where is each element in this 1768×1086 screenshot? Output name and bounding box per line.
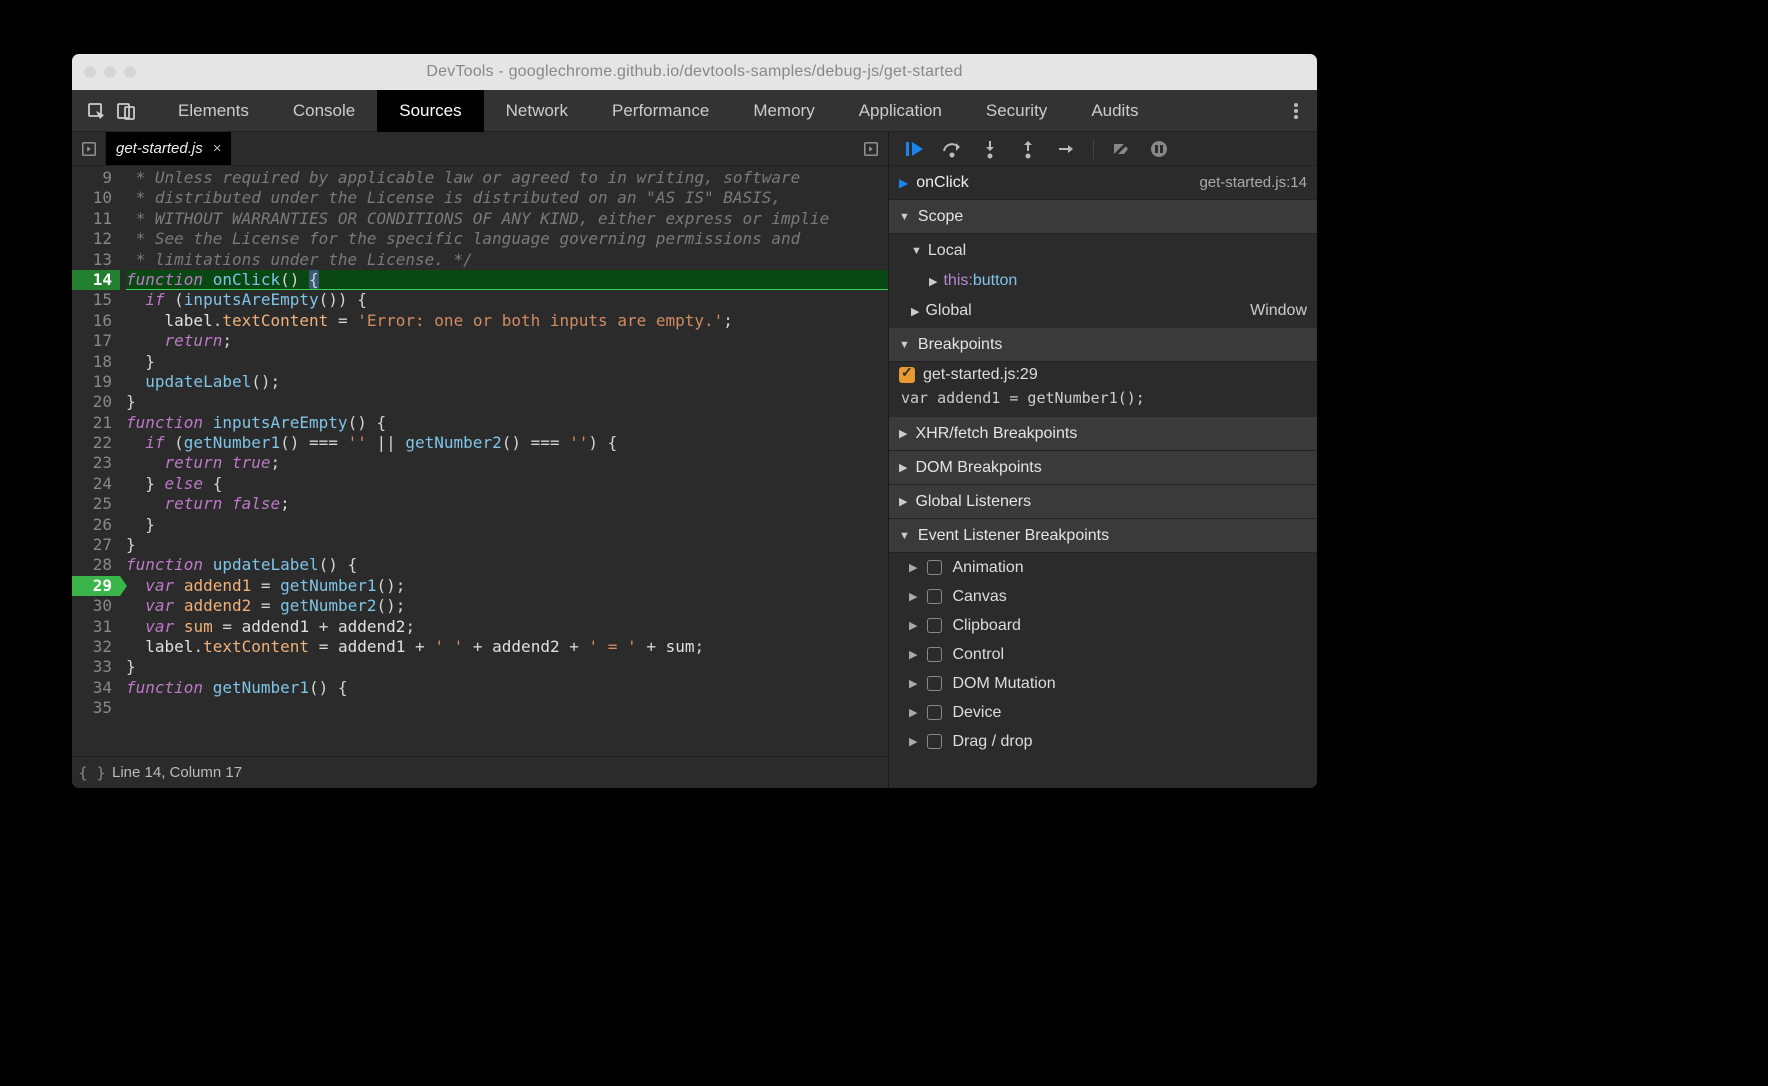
scope-local[interactable]: ▼ Local [889,236,1317,266]
tab-application[interactable]: Application [837,90,964,132]
event-listener-header[interactable]: ▼ Event Listener Breakpoints [889,519,1317,553]
event-category-canvas[interactable]: ▶Canvas [889,582,1317,611]
callstack-frame[interactable]: ▶ onClick get-started.js:14 [889,166,1317,200]
step-into-icon[interactable] [979,138,1001,160]
tab-audits[interactable]: Audits [1069,90,1160,132]
chevron-down-icon: ▼ [911,245,922,257]
tab-console[interactable]: Console [271,90,377,132]
dom-breakpoints-header[interactable]: ▶ DOM Breakpoints [889,451,1317,485]
event-category-dom-mutation[interactable]: ▶DOM Mutation [889,669,1317,698]
chevron-right-icon: ▶ [909,648,917,661]
device-toggle-icon[interactable] [116,101,136,121]
chevron-right-icon: ▶ [909,590,917,603]
breakpoints-header[interactable]: ▼ Breakpoints [889,328,1317,362]
event-category-control[interactable]: ▶Control [889,640,1317,669]
chevron-right-icon: ▶ [909,735,917,748]
debug-toolbar [889,132,1317,166]
kebab-menu-icon[interactable] [1281,101,1311,121]
resume-icon[interactable] [903,138,925,160]
file-tab-name: get-started.js [116,140,203,157]
scope-this[interactable]: ▶ this: button [889,266,1317,296]
pretty-print-icon[interactable]: { } [72,764,112,782]
file-tab-bar: get-started.js × [72,132,888,166]
chevron-right-icon: ▶ [909,619,917,632]
event-category-drag-drop[interactable]: ▶Drag / drop [889,727,1317,756]
event-category-animation[interactable]: ▶Animation [889,553,1317,582]
chevron-right-icon: ▶ [929,275,937,288]
devtools-window: DevTools - googlechrome.github.io/devtoo… [72,54,1317,788]
sources-panel: get-started.js × 91011121314151617181920… [72,132,889,788]
chevron-down-icon: ▼ [899,339,910,351]
debugger-toggle-icon[interactable] [854,141,888,157]
scope-global[interactable]: ▶ Global Window [889,296,1317,326]
breakpoint-item[interactable]: get-started.js:29 var addend1 = getNumbe… [889,362,1317,417]
deactivate-breakpoints-icon[interactable] [1110,138,1132,160]
breakpoint-checkbox[interactable] [899,367,915,383]
pause-exceptions-icon[interactable] [1148,138,1170,160]
chevron-right-icon: ▶ [909,677,917,690]
code-editor[interactable]: 9101112131415161718192021222324252627282… [72,166,888,756]
chevron-right-icon: ▶ [909,561,917,574]
titlebar: DevTools - googlechrome.github.io/devtoo… [72,54,1317,90]
tab-security[interactable]: Security [964,90,1069,132]
step-out-icon[interactable] [1017,138,1039,160]
category-checkbox[interactable] [927,734,942,749]
tab-performance[interactable]: Performance [590,90,731,132]
chevron-right-icon: ▶ [899,461,907,474]
cursor-position: Line 14, Column 17 [112,764,242,781]
category-checkbox[interactable] [927,618,942,633]
main-tabs-row: ElementsConsoleSourcesNetworkPerformance… [72,90,1317,132]
step-over-icon[interactable] [941,138,963,160]
breakpoint-snippet: var addend1 = getNumber1(); [899,389,1307,407]
scope-header[interactable]: ▼ Scope [889,200,1317,234]
category-checkbox[interactable] [927,647,942,662]
chevron-right-icon: ▶ [899,495,907,508]
chevron-right-icon: ▶ [909,706,917,719]
window-title: DevTools - googlechrome.github.io/devtoo… [72,63,1317,81]
event-category-clipboard[interactable]: ▶Clipboard [889,611,1317,640]
category-checkbox[interactable] [927,560,942,575]
tab-memory[interactable]: Memory [731,90,836,132]
category-checkbox[interactable] [927,705,942,720]
category-checkbox[interactable] [927,589,942,604]
tab-sources[interactable]: Sources [377,90,483,132]
event-category-device[interactable]: ▶Device [889,698,1317,727]
chevron-right-icon: ▶ [911,305,919,318]
file-tab[interactable]: get-started.js × [106,132,231,165]
xhr-breakpoints-header[interactable]: ▶ XHR/fetch Breakpoints [889,417,1317,451]
chevron-right-icon: ▶ [899,427,907,440]
tab-elements[interactable]: Elements [156,90,271,132]
navigator-toggle-icon[interactable] [72,132,106,165]
step-icon[interactable] [1055,138,1077,160]
chevron-down-icon: ▼ [899,211,910,223]
breakpoint-location: get-started.js:29 [923,366,1038,384]
debugger-sidebar: ▶ onClick get-started.js:14 ▼ Scope ▼ Lo… [889,132,1317,788]
status-bar: { } Line 14, Column 17 [72,756,888,788]
tab-network[interactable]: Network [484,90,590,132]
callstack-function: onClick [916,174,968,192]
global-listeners-header[interactable]: ▶ Global Listeners [889,485,1317,519]
inspect-icon[interactable] [86,101,106,121]
current-frame-icon: ▶ [899,176,908,190]
chevron-down-icon: ▼ [899,530,910,542]
close-icon[interactable]: × [213,140,222,157]
callstack-location: get-started.js:14 [1199,174,1307,191]
category-checkbox[interactable] [927,676,942,691]
